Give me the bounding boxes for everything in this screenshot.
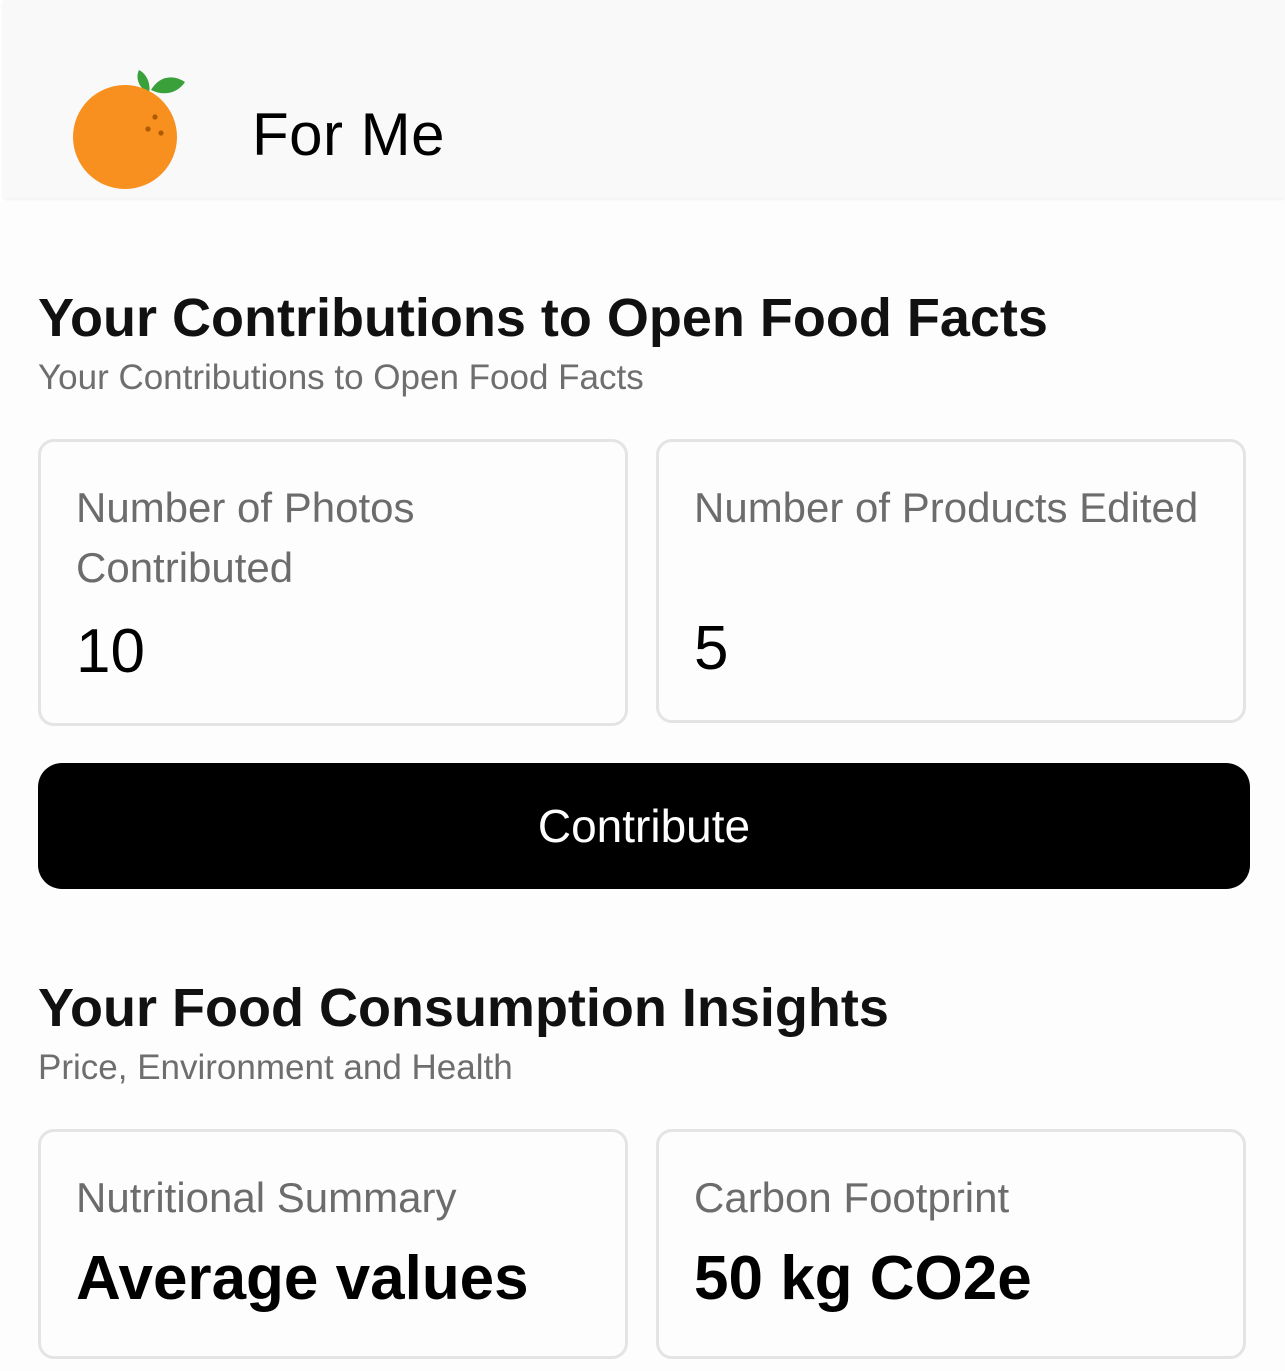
insights-section-title: Your Food Consumption Insights [38, 978, 889, 1038]
card-label: Number of Photos Contributed [76, 484, 415, 591]
contribute-button[interactable]: Contribute [38, 763, 1250, 889]
card-value: 5 [694, 614, 729, 683]
card-value: Average values [76, 1244, 529, 1313]
card-value: 50 kg CO2e [694, 1244, 1032, 1313]
card-label: Number of Products Edited [694, 484, 1199, 531]
products-edited-card: Number of Products Edited 5 [656, 439, 1246, 723]
card-label: Carbon Footprint [694, 1174, 1010, 1221]
main-content: Your Contributions to Open Food Facts Yo… [0, 202, 1285, 1371]
nutritional-summary-card[interactable]: Nutritional Summary Average values [38, 1129, 628, 1359]
card-value: 10 [76, 617, 145, 686]
carbon-footprint-card[interactable]: Carbon Footprint 50 kg CO2e [656, 1129, 1246, 1359]
contributions-section-subtitle: Your Contributions to Open Food Facts [38, 358, 644, 397]
photos-contributed-card: Number of Photos Contributed 10 [38, 439, 628, 726]
page-title: For Me [252, 101, 446, 168]
card-label: Nutritional Summary [76, 1174, 457, 1221]
app-header: For Me [3, 0, 1285, 198]
orange-fruit-icon [73, 70, 185, 189]
insights-section-subtitle: Price, Environment and Health [38, 1048, 513, 1087]
contributions-section-title: Your Contributions to Open Food Facts [38, 288, 1048, 348]
